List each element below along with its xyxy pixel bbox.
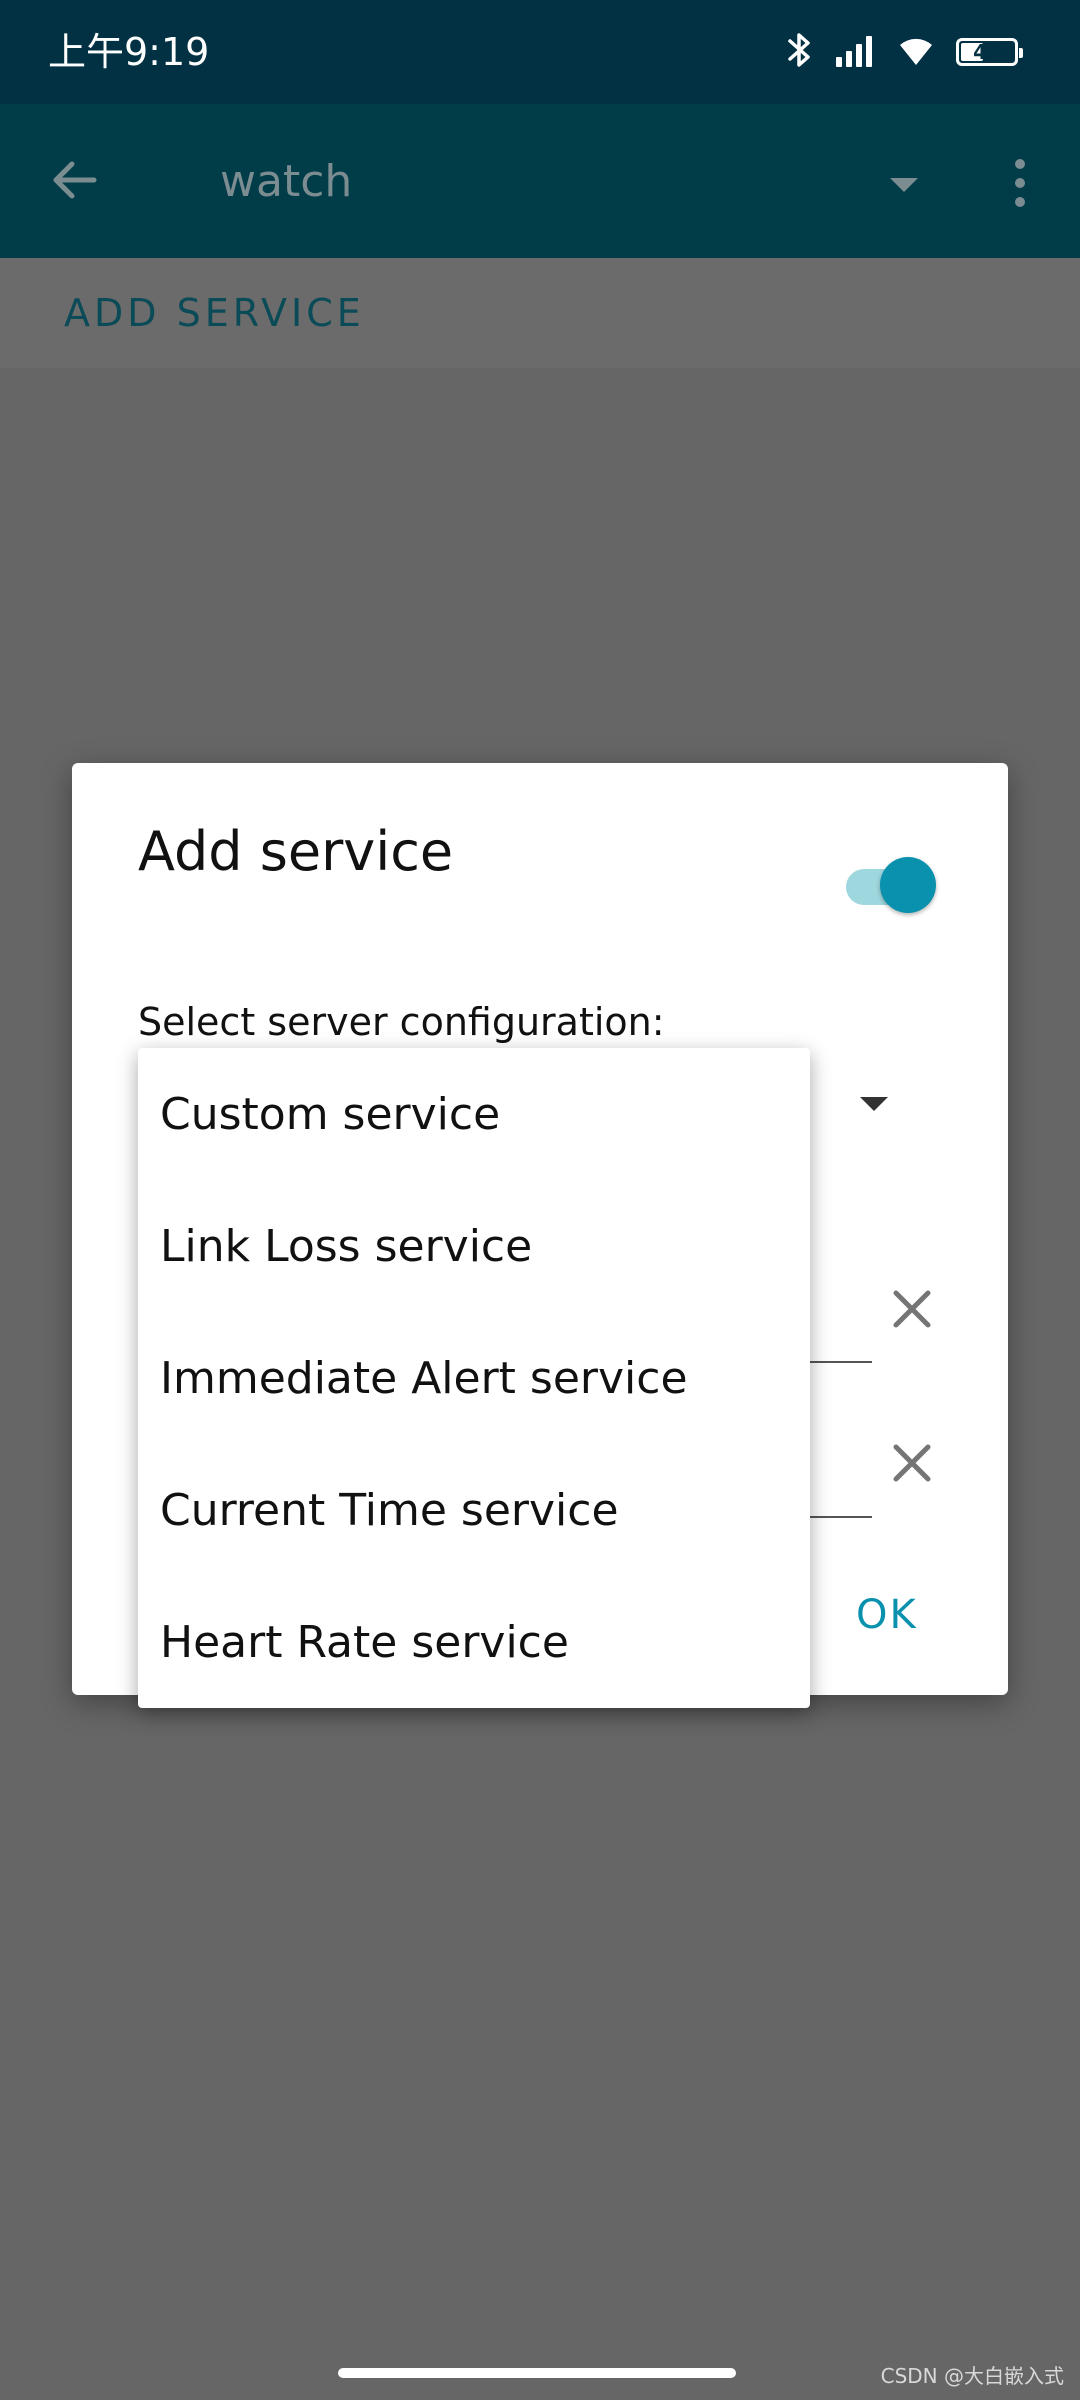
wifi-icon <box>896 33 936 71</box>
close-icon <box>890 1441 934 1489</box>
arrow-left-icon <box>48 154 100 210</box>
service-toggle[interactable] <box>846 851 938 913</box>
toggle-thumb <box>880 857 936 913</box>
config-label: Select server configuration: <box>138 1000 665 1044</box>
signal-icon <box>834 33 876 71</box>
spinner-arrow-icon[interactable] <box>860 1097 888 1111</box>
status-icons: 47 <box>786 30 1023 74</box>
toolbar: watch <box>0 104 1080 258</box>
dropdown-item-heart-rate-service[interactable]: Heart Rate service <box>138 1576 810 1708</box>
dialog-title: Add service <box>138 820 454 883</box>
action-strip: ADD SERVICE <box>0 258 1080 368</box>
status-bar: 上午9:19 47 <box>0 0 1080 104</box>
field-underline-1 <box>804 1361 872 1363</box>
clear-button-1[interactable] <box>882 1281 942 1341</box>
battery-level: 47 <box>973 40 1001 64</box>
dropdown-item-immediate-alert-service[interactable]: Immediate Alert service <box>138 1312 810 1444</box>
add-service-button[interactable]: ADD SERVICE <box>64 288 365 338</box>
back-button[interactable] <box>36 144 112 220</box>
caret-down-icon[interactable] <box>890 178 918 192</box>
dropdown-item-custom-service[interactable]: Custom service <box>138 1048 810 1180</box>
field-underline-2 <box>804 1516 872 1518</box>
battery-icon: 47 <box>956 38 1023 66</box>
device-title: watch <box>220 156 353 207</box>
home-indicator[interactable] <box>338 2368 736 2378</box>
ok-button[interactable]: OK <box>856 1589 918 1641</box>
dropdown-item-link-loss-service[interactable]: Link Loss service <box>138 1180 810 1312</box>
watermark: CSDN @大白嵌入式 <box>880 2364 1064 2388</box>
service-dropdown: Custom service Link Loss service Immedia… <box>138 1048 810 1708</box>
more-vert-icon[interactable] <box>996 148 1044 218</box>
status-time: 上午9:19 <box>48 30 210 74</box>
close-icon <box>890 1287 934 1335</box>
bluetooth-icon <box>786 30 814 74</box>
clear-button-2[interactable] <box>882 1435 942 1495</box>
dropdown-item-current-time-service[interactable]: Current Time service <box>138 1444 810 1576</box>
